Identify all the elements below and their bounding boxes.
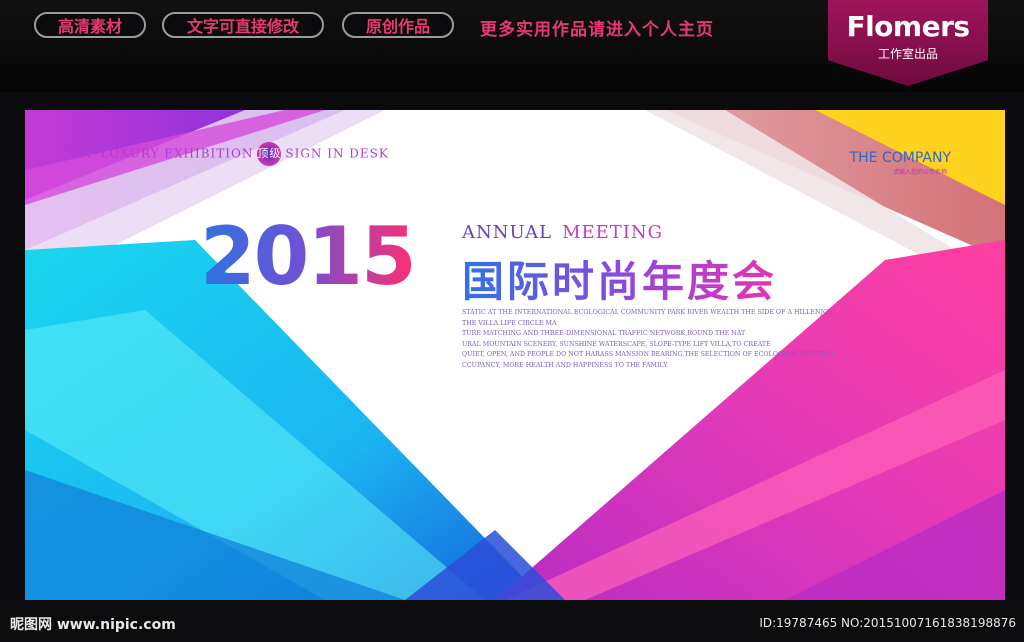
tagline-prefix: Top luxury exhibition: [67, 146, 254, 161]
tagline-suffix: Sign in desk: [285, 146, 389, 161]
poster-canvas: Top luxury exhibition 顶级 Sign in desk THE …: [25, 110, 1005, 600]
description-block: STATIC AT THE INTERNATIONAL ECOLOGICAL C…: [462, 308, 862, 371]
more-works-link[interactable]: 更多实用作品请进入个人主页: [480, 15, 714, 40]
description-line: STATIC AT THE INTERNATIONAL ECOLOGICAL C…: [462, 309, 833, 316]
meeting-word: meeting: [562, 222, 664, 243]
annual-meeting-heading: Annual meeting: [462, 222, 663, 243]
year-heading: 2015: [200, 210, 417, 303]
top-left-tagline: Top luxury exhibition 顶级 Sign in desk: [67, 142, 389, 166]
annual-word: Annual: [462, 222, 553, 243]
description-line: QUIET, OPEN, AND PEOPLE DO NOT HARASS MA…: [462, 351, 833, 358]
site-watermark: 昵图网 www.nipic.com: [10, 617, 176, 633]
brand-subtitle: 工作室出品: [877, 47, 938, 61]
description-line: CCUPANCY, MORE HEALTH AND HAPPINESS TO T…: [462, 361, 669, 369]
description-line: THE VILLA LIFE CIRCLE MA: [462, 319, 557, 327]
company-name: THE COMPANY: [849, 150, 951, 166]
pill-original-work[interactable]: 原创作品: [342, 12, 454, 38]
bottom-watermark-bar: 昵图网 www.nipic.com ID:19787465 NO:2015100…: [0, 600, 1024, 642]
company-placeholder: 请输入您的公司名称: [892, 169, 947, 176]
pill-hd-material[interactable]: 高清素材: [34, 12, 146, 38]
brand-badge: Flomers 工作室出品: [828, 0, 988, 86]
pill-editable-text[interactable]: 文字可直接修改: [162, 12, 324, 38]
chinese-title: 国际时尚年度会: [462, 248, 777, 309]
description-line: URAL MOUNTAIN SCENERY, SUNSHINE WATERSCA…: [462, 340, 771, 348]
top-banner: 高清素材 文字可直接修改 原创作品 更多实用作品请进入个人主页 Flomers …: [0, 0, 1024, 92]
description-line: TURE MATCHING AND THREE-DIMENSIONAL TRAF…: [462, 330, 746, 337]
brand-name: Flomers: [846, 10, 970, 43]
tagline-badge: 顶级: [257, 142, 282, 166]
image-id-text: ID:19787465 NO:20151007161838198876: [759, 616, 1016, 630]
